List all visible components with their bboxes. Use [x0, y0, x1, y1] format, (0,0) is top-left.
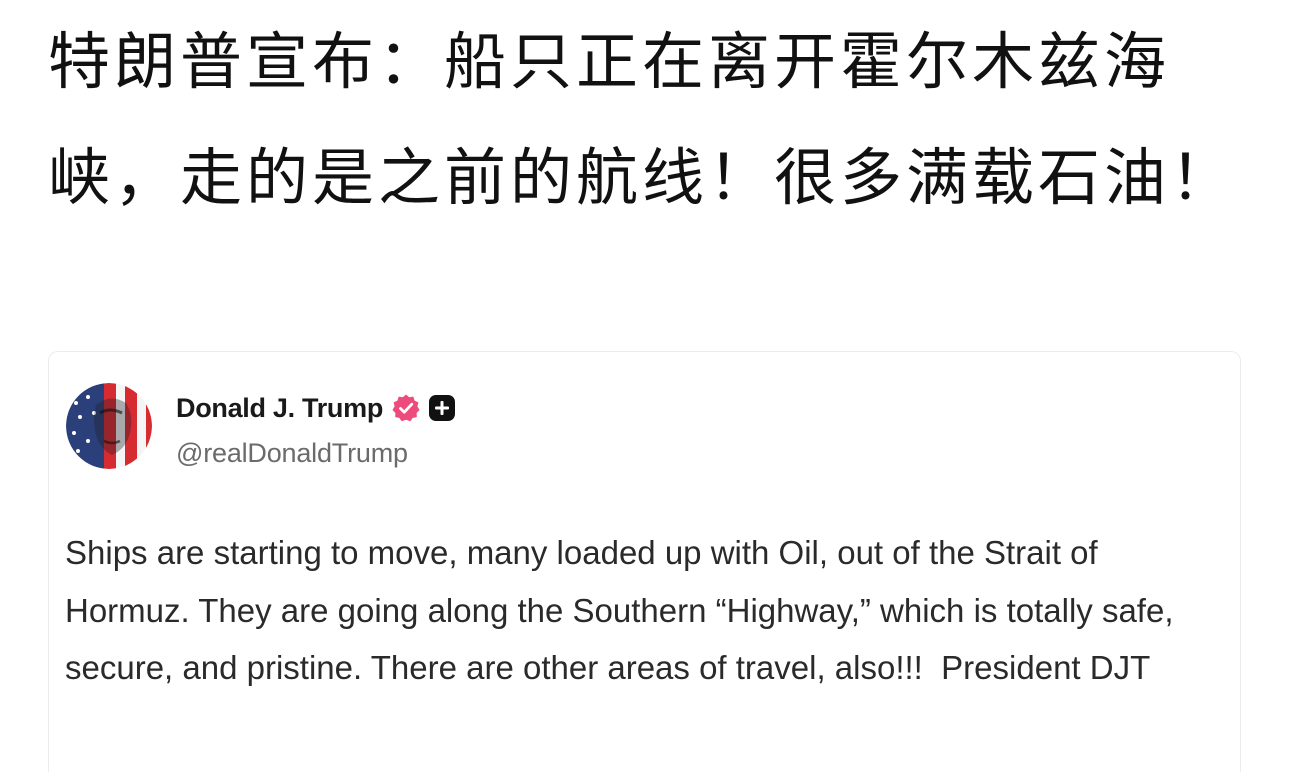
- verified-badge-icon: [391, 393, 421, 423]
- author-handle[interactable]: @realDonaldTrump: [176, 438, 408, 469]
- avatar[interactable]: [66, 383, 152, 469]
- author-name-row: Donald J. Trump: [176, 390, 457, 426]
- post-text: Ships are starting to move, many loaded …: [65, 534, 1183, 686]
- plus-badge-icon: [427, 393, 457, 423]
- post-card[interactable]: Donald J. Trump @realDonaldTrump Ships a…: [48, 351, 1241, 772]
- headline: 特朗普宣布：船只正在离开霍尔木兹海峡，走的是之前的航线！很多满载石油！: [48, 25, 1237, 214]
- trump-flag-portrait-avatar-icon: [66, 383, 152, 469]
- author-name[interactable]: Donald J. Trump: [176, 393, 383, 424]
